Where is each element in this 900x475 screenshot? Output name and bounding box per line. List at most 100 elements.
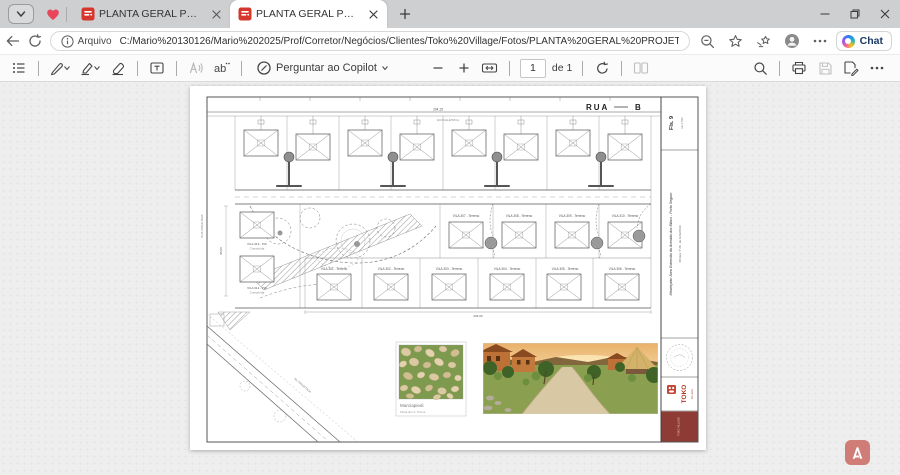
lot-label: VILA 302 - Terreno <box>378 267 405 271</box>
search-document-button[interactable] <box>749 57 771 79</box>
lot-label: VILA 304 - Terreno <box>494 267 521 271</box>
copilot-icon <box>842 35 855 48</box>
open-in-acrobat-button[interactable] <box>845 440 870 465</box>
highlight-button[interactable] <box>77 57 103 79</box>
copilot-chat-button[interactable]: Chat <box>836 31 892 51</box>
refresh-button[interactable] <box>26 30 44 52</box>
pinned-tab-heart[interactable] <box>46 8 60 21</box>
save-as-button[interactable] <box>840 57 862 79</box>
print-button[interactable] <box>788 57 810 79</box>
dimension-left: 95,00 <box>219 247 223 255</box>
heart-icon <box>46 8 60 21</box>
site-plan-drawing: RUA B 204,15 FAIXA ELÉTRICA <box>190 86 706 450</box>
minimize-button[interactable] <box>810 0 840 28</box>
adobe-acrobat-icon <box>850 446 865 460</box>
tab-search-button[interactable] <box>8 4 34 24</box>
zoom-indicator-button[interactable] <box>696 30 720 52</box>
electric-strip-note: FAIXA ELÉTRICA <box>437 117 459 122</box>
tab-close-button[interactable] <box>208 6 224 22</box>
village-render-image <box>479 343 662 414</box>
shooting-star-icon <box>756 34 771 49</box>
page-count-label: de 1 <box>552 62 572 74</box>
rotate-icon <box>595 61 610 76</box>
house <box>452 130 486 156</box>
favorites-button[interactable] <box>724 30 748 52</box>
add-text-icon <box>149 60 165 76</box>
settings-more-button[interactable] <box>808 30 832 52</box>
titleblock-title: Masterplan Área Extensão da Avenida dos … <box>669 193 673 296</box>
read-aloud-button[interactable] <box>185 57 207 79</box>
lot-label: VILA 313 - PIC <box>247 242 268 246</box>
lot-label: VILA 305 - Terreno <box>552 267 579 271</box>
house <box>555 222 589 248</box>
refresh-icon <box>28 34 42 48</box>
tab-close-button[interactable] <box>365 6 381 22</box>
lot-label: VILA 309 - Terreno <box>559 214 586 218</box>
pdf-toolbar-right <box>747 57 890 79</box>
zoom-in-button[interactable] <box>453 57 475 79</box>
more-options-button[interactable] <box>866 57 888 79</box>
translate-button[interactable]: ab <box>211 57 233 79</box>
address-bar[interactable]: Arquivo C:/Mario%20130126/Mario%202025/P… <box>50 31 690 51</box>
info-icon <box>61 35 74 48</box>
swatch-title: Marciapiedi <box>400 403 424 408</box>
tab-2-active[interactable]: PLANTA GERAL PROJETO.pdf <box>230 0 387 28</box>
house <box>400 134 434 160</box>
tab-separator <box>66 7 67 22</box>
page-number-input[interactable] <box>520 59 546 78</box>
table-of-contents-button[interactable] <box>8 57 30 79</box>
fit-to-width-button[interactable] <box>479 57 501 79</box>
sheet-scale: esc 1:500 <box>680 117 684 129</box>
copilot-ring-icon <box>256 60 272 76</box>
toolbar-separator <box>137 61 138 76</box>
ask-copilot-button[interactable]: Perguntar ao Copilot <box>252 57 393 79</box>
save-as-icon <box>843 60 859 76</box>
erase-button[interactable] <box>107 57 129 79</box>
printer-icon <box>791 60 807 76</box>
chevron-down-icon <box>15 8 27 20</box>
house <box>490 274 524 300</box>
collections-button[interactable] <box>752 30 776 52</box>
pdf-file-icon <box>238 7 252 21</box>
toko-logo: TOKO VILLAGE <box>667 385 694 404</box>
dimension-bottom: 204,60 <box>473 314 483 318</box>
tab-1[interactable]: PLANTA GERAL PROJETO.pdf <box>73 0 230 28</box>
house <box>547 274 581 300</box>
chevron-down-icon <box>63 64 71 72</box>
pdf-viewer-content[interactable]: RUA B 204,15 FAIXA ELÉTRICA <box>0 82 900 475</box>
close-icon <box>212 10 221 19</box>
tab-title: PLANTA GERAL PROJETO.pdf <box>256 8 361 20</box>
svg-text:ab: ab <box>214 63 226 75</box>
two-page-view-icon <box>633 60 649 76</box>
pdf-page: RUA B 204,15 FAIXA ELÉTRICA <box>190 86 706 450</box>
house <box>296 134 330 160</box>
street-name: RUA <box>586 103 609 112</box>
translate-icon: ab <box>213 60 231 76</box>
save-button[interactable] <box>814 57 836 79</box>
add-text-button[interactable] <box>146 57 168 79</box>
chevron-down-icon <box>93 64 101 72</box>
profile-button[interactable] <box>780 30 804 52</box>
ellipsis-icon <box>870 66 884 70</box>
draw-button[interactable] <box>47 57 73 79</box>
zoom-out-button[interactable] <box>427 57 449 79</box>
back-button[interactable] <box>4 30 22 52</box>
tree <box>274 410 286 422</box>
rotate-button[interactable] <box>591 57 613 79</box>
new-tab-button[interactable] <box>393 2 417 26</box>
sheet-number: Fls. 9 <box>669 116 675 130</box>
page-view-button[interactable] <box>630 57 652 79</box>
pdf-file-icon <box>81 7 95 21</box>
toko-logo-sub: VILLAGE <box>691 389 694 399</box>
navigation-bar: Arquivo C:/Mario%20130126/Mario%202025/P… <box>0 28 900 55</box>
close-window-button[interactable] <box>870 0 900 28</box>
swatch-subtitle: Pietra tipo S. Thomé <box>400 410 426 414</box>
lot-label: VILA 310 - Terreno <box>612 214 639 218</box>
house <box>556 130 590 156</box>
titleblock-subtitle: 38 lotes nº 28 - de 11/12/2010 <box>678 225 682 263</box>
lot-label: VILA 301 - Terreno <box>321 267 348 271</box>
restore-button[interactable] <box>840 0 870 28</box>
house <box>504 134 538 160</box>
tree <box>240 381 250 391</box>
margin-note: RUA PROJETADA <box>200 214 204 237</box>
